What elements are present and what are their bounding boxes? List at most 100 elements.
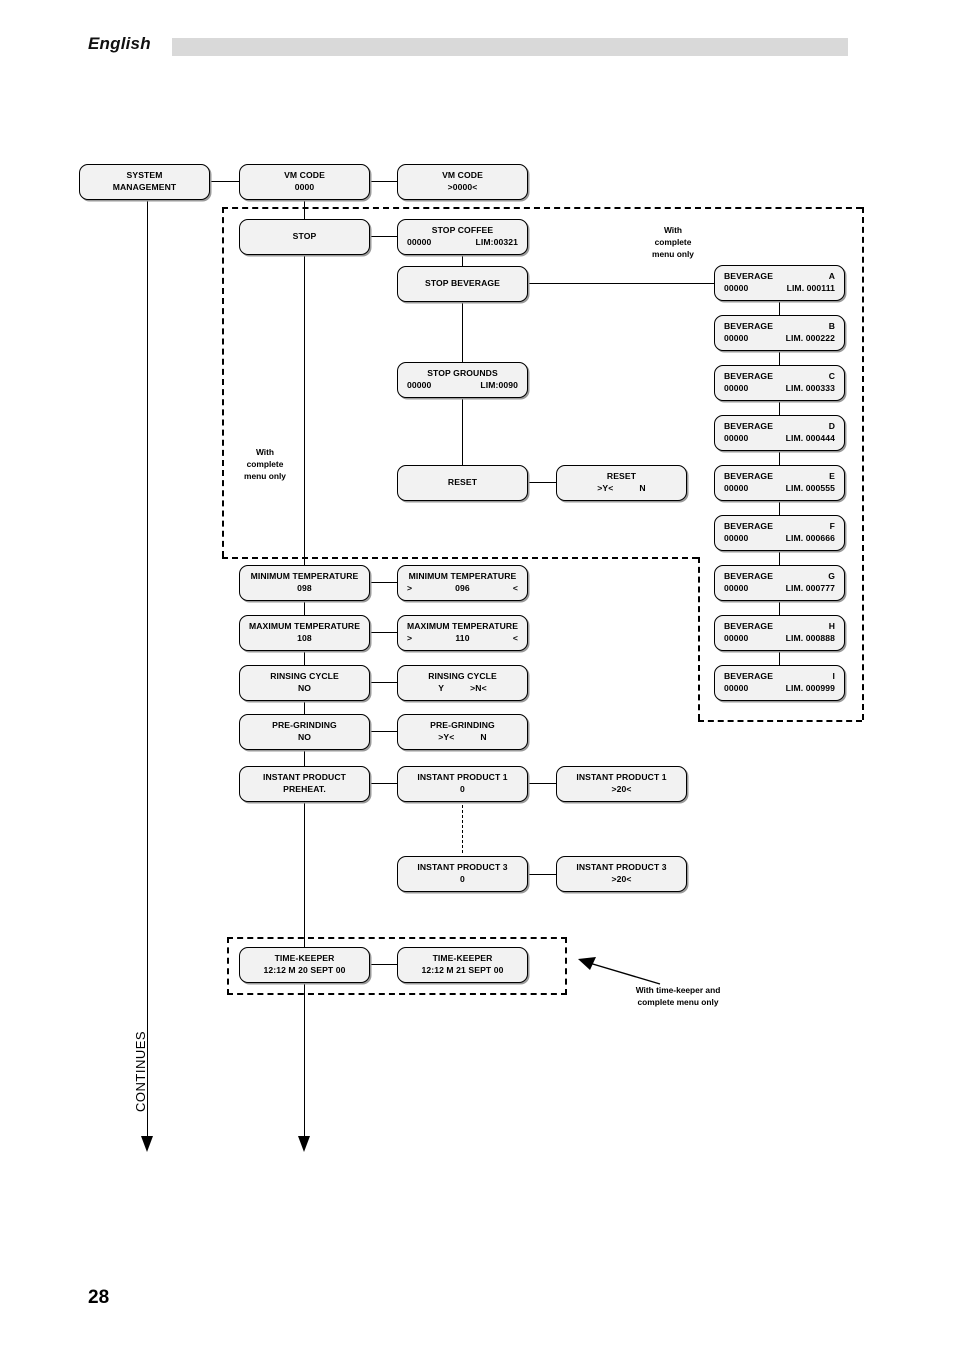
node-vm-code-edit[interactable]: VM CODE >0000< bbox=[397, 164, 528, 200]
node-beverage-b[interactable]: BEVERAGE B 00000 LIM. 000222 bbox=[714, 315, 845, 351]
reset-confirm-options: >Y< N bbox=[557, 483, 686, 495]
beverage-f-values: 00000 LIM. 000666 bbox=[715, 533, 844, 545]
beverage-c-values: 00000 LIM. 000333 bbox=[715, 383, 844, 395]
beverage-g-letter: G bbox=[828, 571, 835, 582]
connector-stopbeverage-beverage-a bbox=[528, 283, 714, 285]
pre-grinding-yes[interactable]: >Y< bbox=[438, 732, 454, 744]
maximum-temperature-decrement[interactable]: > bbox=[407, 633, 412, 645]
rinsing-cycle-value: NO bbox=[297, 683, 312, 693]
maximum-temperature-increment[interactable]: < bbox=[513, 633, 518, 645]
node-beverage-g[interactable]: BEVERAGE G 00000 LIM. 000777 bbox=[714, 565, 845, 601]
connector-instantpreheat-instant1 bbox=[369, 783, 398, 785]
time-keeper-value: 12:12 M 20 SEPT 00 bbox=[263, 965, 346, 975]
page-language-title: English bbox=[88, 34, 151, 53]
node-system-management[interactable]: SYSTEM MANAGEMENT bbox=[79, 164, 210, 200]
minimum-temperature-edit-values: > 096 < bbox=[398, 583, 527, 595]
connector-pregrinding bbox=[369, 731, 398, 733]
connector-instant1-instant3-dashed bbox=[462, 805, 463, 853]
node-time-keeper[interactable]: TIME-KEEPER 12:12 M 20 SEPT 00 bbox=[239, 947, 370, 983]
connector-vmcode-vmcodeedit bbox=[369, 181, 398, 183]
beverage-d-header: BEVERAGE D bbox=[715, 421, 844, 433]
minimum-temperature-label: MINIMUM TEMPERATURE bbox=[250, 571, 359, 582]
node-rinsing-cycle[interactable]: RINSING CYCLE NO bbox=[239, 665, 370, 701]
pre-grinding-no[interactable]: N bbox=[480, 732, 486, 744]
beverage-i-header: BEVERAGE I bbox=[715, 671, 844, 683]
rinsing-cycle-options: Y >N< bbox=[398, 683, 527, 695]
node-instant-product-3[interactable]: INSTANT PRODUCT 3 0 bbox=[397, 856, 528, 892]
node-maximum-temperature-edit[interactable]: MAXIMUM TEMPERATURE > 110 < bbox=[397, 615, 528, 651]
node-beverage-c[interactable]: BEVERAGE C 00000 LIM. 000333 bbox=[714, 365, 845, 401]
pre-grinding-label: PRE-GRINDING bbox=[272, 720, 337, 731]
node-vm-code[interactable]: VM CODE 0000 bbox=[239, 164, 370, 200]
stop-grounds-label: STOP GROUNDS bbox=[427, 368, 498, 379]
pre-grinding-value: NO bbox=[297, 732, 312, 742]
vm-code-edit-line2: >0000< bbox=[447, 182, 478, 192]
instant-product-1-edit-label: INSTANT PRODUCT 1 bbox=[576, 772, 667, 783]
node-instant-product-1-edit[interactable]: INSTANT PRODUCT 1 >20< bbox=[556, 766, 687, 802]
beverage-e-limit: LIM. 000555 bbox=[785, 483, 835, 493]
vm-code-line2: 0000 bbox=[294, 182, 315, 192]
node-beverage-h[interactable]: BEVERAGE H 00000 LIM. 000888 bbox=[714, 615, 845, 651]
stop-region-top-border bbox=[222, 207, 862, 209]
beverage-b-count: 00000 bbox=[724, 333, 749, 343]
maximum-temperature-label: MAXIMUM TEMPERATURE bbox=[248, 621, 361, 632]
minimum-temperature-edit-label: MINIMUM TEMPERATURE bbox=[408, 571, 517, 582]
maximum-temperature-edit-value: 110 bbox=[455, 633, 470, 643]
stop-grounds-count: 00000 bbox=[407, 380, 432, 390]
node-pre-grinding-edit[interactable]: PRE-GRINDING >Y< N bbox=[397, 714, 528, 750]
node-beverage-e[interactable]: BEVERAGE E 00000 LIM. 000555 bbox=[714, 465, 845, 501]
minimum-temperature-decrement[interactable]: > bbox=[407, 583, 412, 595]
beverage-f-count: 00000 bbox=[724, 533, 749, 543]
connector-instant3-instant3edit bbox=[528, 874, 556, 876]
node-beverage-i[interactable]: BEVERAGE I 00000 LIM. 000999 bbox=[714, 665, 845, 701]
beverage-i-label: BEVERAGE bbox=[724, 671, 774, 682]
beverage-i-values: 00000 LIM. 000999 bbox=[715, 683, 844, 695]
node-reset-confirm[interactable]: RESET >Y< N bbox=[556, 465, 687, 501]
beverage-h-count: 00000 bbox=[724, 633, 749, 643]
beverage-i-letter: I bbox=[832, 671, 835, 682]
spine-left-vertical bbox=[147, 199, 149, 1144]
node-rinsing-cycle-edit[interactable]: RINSING CYCLE Y >N< bbox=[397, 665, 528, 701]
instant-product-1-edit-value: >20< bbox=[611, 784, 632, 794]
reset-confirm-yes[interactable]: >Y< bbox=[597, 483, 613, 495]
stop-grounds-limit: LIM:0090 bbox=[480, 380, 518, 390]
time-keeper-edit-value: 12:12 M 21 SEPT 00 bbox=[421, 965, 504, 975]
beverage-g-values: 00000 LIM. 000777 bbox=[715, 583, 844, 595]
node-reset[interactable]: RESET bbox=[397, 465, 528, 501]
node-beverage-f[interactable]: BEVERAGE F 00000 LIM. 000666 bbox=[714, 515, 845, 551]
instant-product-3-edit-value: >20< bbox=[611, 874, 632, 884]
rinsing-cycle-yes[interactable]: Y bbox=[438, 683, 444, 695]
instant-product-1-value: 0 bbox=[460, 784, 465, 794]
minimum-temperature-increment[interactable]: < bbox=[513, 583, 518, 595]
node-stop-coffee[interactable]: STOP COFFEE 00000 LIM:00321 bbox=[397, 219, 528, 255]
beverage-b-letter: B bbox=[828, 321, 835, 332]
node-time-keeper-edit[interactable]: TIME-KEEPER 12:12 M 21 SEPT 00 bbox=[397, 947, 528, 983]
reset-label: RESET bbox=[447, 477, 478, 488]
connector-rinsing bbox=[369, 682, 398, 684]
node-beverage-a[interactable]: BEVERAGE A 00000 LIM. 000111 bbox=[714, 265, 845, 301]
note-timekeeper: With time-keeper and complete menu only bbox=[635, 985, 721, 1008]
maximum-temperature-edit-values: > 110 < bbox=[398, 633, 527, 645]
node-instant-product-1[interactable]: INSTANT PRODUCT 1 0 bbox=[397, 766, 528, 802]
node-stop-grounds[interactable]: STOP GROUNDS 00000 LIM:0090 bbox=[397, 362, 528, 398]
node-maximum-temperature[interactable]: MAXIMUM TEMPERATURE 108 bbox=[239, 615, 370, 651]
node-instant-product-3-edit[interactable]: INSTANT PRODUCT 3 >20< bbox=[556, 856, 687, 892]
node-stop[interactable]: STOP bbox=[239, 219, 370, 255]
connector-stop-stopcoffee bbox=[369, 236, 398, 238]
pre-grinding-edit-label: PRE-GRINDING bbox=[430, 720, 495, 731]
stop-region-left-border bbox=[222, 207, 224, 557]
connector-timekeeper bbox=[369, 964, 398, 966]
beverage-c-label: BEVERAGE bbox=[724, 371, 774, 382]
beverage-h-label: BEVERAGE bbox=[724, 621, 774, 632]
beverage-f-limit: LIM. 000666 bbox=[785, 533, 835, 543]
node-minimum-temperature-edit[interactable]: MINIMUM TEMPERATURE > 096 < bbox=[397, 565, 528, 601]
node-minimum-temperature[interactable]: MINIMUM TEMPERATURE 098 bbox=[239, 565, 370, 601]
stop-region-bottom-border bbox=[222, 557, 698, 559]
node-pre-grinding[interactable]: PRE-GRINDING NO bbox=[239, 714, 370, 750]
rinsing-cycle-no[interactable]: >N< bbox=[470, 683, 487, 695]
node-stop-beverage[interactable]: STOP BEVERAGE bbox=[397, 266, 528, 302]
node-instant-product-preheat[interactable]: INSTANT PRODUCT PREHEAT. bbox=[239, 766, 370, 802]
rinsing-cycle-label: RINSING CYCLE bbox=[270, 671, 339, 682]
reset-confirm-no[interactable]: N bbox=[639, 483, 645, 495]
node-beverage-d[interactable]: BEVERAGE D 00000 LIM. 000444 bbox=[714, 415, 845, 451]
